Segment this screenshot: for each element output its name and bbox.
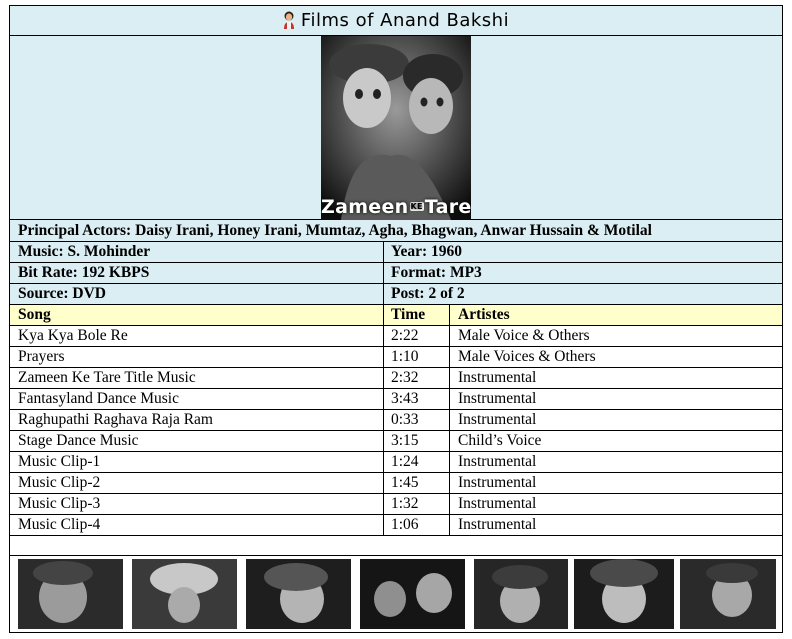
- song-artistes: Instrumental: [458, 495, 537, 512]
- table-header: Song Time Artistes: [10, 305, 782, 326]
- song-artistes: Instrumental: [458, 453, 537, 470]
- song-duration: 3:43: [391, 390, 419, 407]
- file-format: Format: MP3: [391, 264, 482, 281]
- column-header-time: Time: [391, 306, 426, 323]
- spacer-row: [10, 536, 782, 556]
- song-duration: 0:33: [391, 411, 419, 428]
- table-row: Kya Kya Bole Re 2:22 Male Voice & Others: [10, 326, 782, 347]
- info-row-music-year: Music: S. Mohinder Year: 1960: [10, 242, 782, 263]
- film-poster-image: Zameen KE Tare: [321, 36, 471, 220]
- song-artistes: Instrumental: [458, 474, 537, 491]
- table-row: Prayers 1:10 Male Voices & Others: [10, 347, 782, 368]
- table-row: Music Clip-2 1:45 Instrumental: [10, 473, 782, 494]
- song-duration: 1:32: [391, 495, 419, 512]
- table-row: Zameen Ke Tare Title Music 2:32 Instrume…: [10, 368, 782, 389]
- bit-rate: Bit Rate: 192 KBPS: [18, 264, 150, 281]
- song-title: Kya Kya Bole Re: [18, 327, 128, 344]
- source: Source: DVD: [18, 285, 106, 302]
- post-number: Post: 2 of 2: [391, 285, 465, 302]
- film-still-image: [574, 559, 674, 629]
- song-duration: 1:45: [391, 474, 419, 491]
- table-row: Music Clip-3 1:32 Instrumental: [10, 494, 782, 515]
- song-duration: 1:06: [391, 516, 419, 533]
- music-director: Music: S. Mohinder: [18, 243, 151, 260]
- table-row: Raghupathi Raghava Raja Ram 0:33 Instrum…: [10, 410, 782, 431]
- song-artistes: Child’s Voice: [458, 432, 542, 449]
- column-header-artistes: Artistes: [458, 306, 510, 323]
- song-duration: 2:32: [391, 369, 419, 386]
- poster-row: Zameen KE Tare: [10, 36, 782, 220]
- film-still-image: [680, 559, 776, 629]
- song-duration: 1:24: [391, 453, 419, 470]
- table-row: Music Clip-1 1:24 Instrumental: [10, 452, 782, 473]
- film-info-frame: Films of Anand Bakshi Zameen KE Tare Pri…: [9, 5, 783, 633]
- song-title: Raghupathi Raghava Raja Ram: [18, 411, 213, 428]
- song-title: Music Clip-3: [18, 495, 101, 512]
- principal-actors: Principal Actors: Daisy Irani, Honey Ira…: [10, 220, 782, 242]
- song-title: Prayers: [18, 348, 65, 365]
- info-row-bitrate-format: Bit Rate: 192 KBPS Format: MP3: [10, 263, 782, 284]
- song-title: Music Clip-2: [18, 474, 101, 491]
- info-row-source-post: Source: DVD Post: 2 of 2: [10, 284, 782, 305]
- song-artistes: Male Voices & Others: [458, 348, 596, 365]
- song-title: Zameen Ke Tare Title Music: [18, 369, 196, 386]
- table-row: Stage Dance Music 3:15 Child’s Voice: [10, 431, 782, 452]
- song-title: Music Clip-4: [18, 516, 101, 533]
- song-title: Music Clip-1: [18, 453, 101, 470]
- table-row: Music Clip-4 1:06 Instrumental: [10, 515, 782, 536]
- person-icon: [283, 9, 295, 29]
- title-bar: Films of Anand Bakshi: [10, 6, 782, 36]
- film-stills-strip: [10, 556, 782, 632]
- page-title: Films of Anand Bakshi: [300, 10, 510, 31]
- column-header-song: Song: [18, 306, 51, 323]
- film-still-image: [246, 559, 351, 629]
- film-still-image: [18, 559, 123, 629]
- table-row: Fantasyland Dance Music 3:43 Instrumenta…: [10, 389, 782, 410]
- film-still-image: [132, 559, 237, 629]
- song-artistes: Male Voice & Others: [458, 327, 590, 344]
- song-artistes: Instrumental: [458, 516, 537, 533]
- release-year: Year: 1960: [391, 243, 463, 260]
- song-duration: 3:15: [391, 432, 419, 449]
- song-duration: 1:10: [391, 348, 419, 365]
- poster-title-text: Zameen KE Tare: [321, 196, 471, 218]
- song-duration: 2:22: [391, 327, 419, 344]
- song-title: Stage Dance Music: [18, 432, 139, 449]
- song-title: Fantasyland Dance Music: [18, 390, 179, 407]
- film-still-image: [360, 559, 465, 629]
- song-artistes: Instrumental: [458, 390, 537, 407]
- song-artistes: Instrumental: [458, 411, 537, 428]
- film-still-image: [474, 559, 568, 629]
- song-artistes: Instrumental: [458, 369, 537, 386]
